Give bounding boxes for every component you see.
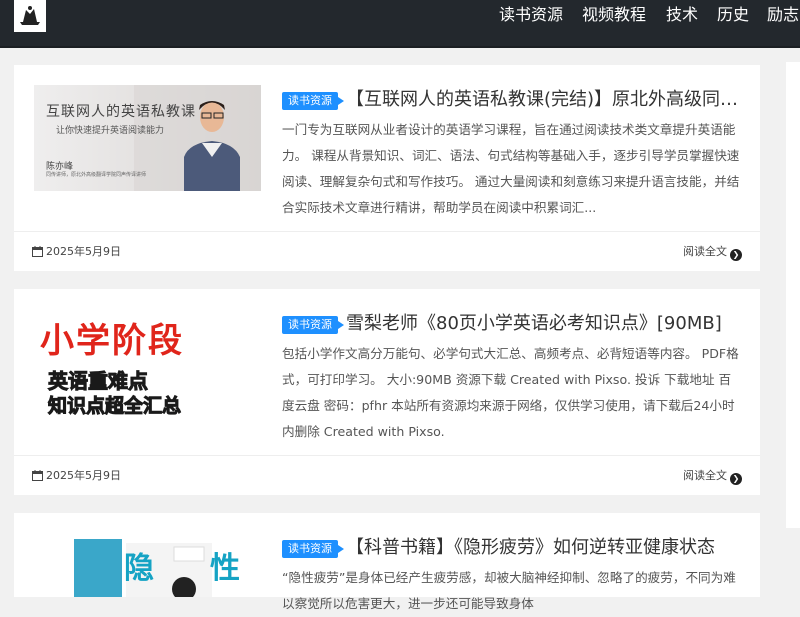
thumbnail-subline-2: 知识点超全汇总 — [47, 395, 182, 416]
nav-item-video-tutorials[interactable]: 视频教程 — [582, 4, 646, 26]
post-title[interactable]: 雪梨老师《80页小学英语必考知识点》[90MB] — [346, 309, 746, 339]
thumbnail-headline: 隐 — [124, 551, 154, 586]
nav-item-history[interactable]: 历史 — [717, 4, 749, 26]
post-card: 互联网人的英语私教课 让你快速提升英语阅读能力 陈亦峰 同传讲师，原北外高级翻译… — [14, 65, 760, 271]
post-date: 2025年5月9日 — [32, 468, 121, 484]
nav-item-reading-resources[interactable]: 读书资源 — [499, 4, 563, 26]
post-meta: 2025年5月9日 阅读全文 ❯ — [14, 231, 760, 272]
thumbnail-subline: 性 — [210, 551, 240, 586]
post-card: 小学阶段 英语重难点 知识点超全汇总 读书资源 雪梨老师《80页小学英语必考知识… — [14, 289, 760, 495]
sidebar-edge — [786, 62, 800, 528]
category-badge[interactable]: 读书资源 — [282, 540, 344, 558]
post-thumbnail[interactable]: 互联网人的英语私教课 让你快速提升英语阅读能力 陈亦峰 同传讲师，原北外高级翻译… — [34, 85, 261, 191]
main-nav: 读书资源 视频教程 技术 历史 励志 — [0, 0, 800, 32]
category-badge[interactable]: 读书资源 — [282, 316, 344, 334]
post-date: 2025年5月9日 — [32, 244, 121, 260]
post-thumbnail[interactable]: 小学阶段 英语重难点 知识点超全汇总 — [34, 309, 261, 415]
nav-item-inspiration[interactable]: 励志 — [767, 4, 799, 26]
read-more-link[interactable]: 阅读全文 ❯ — [683, 244, 742, 261]
post-title[interactable]: 【互联网人的英语私教课(完结)】原北外高级同传讲师陈亦峰 — [346, 85, 746, 115]
post-meta: 2025年5月9日 阅读全文 ❯ — [14, 455, 760, 496]
thumbnail-headline: 小学阶段 — [40, 321, 184, 361]
post-title[interactable]: 【科普书籍】《隐形疲劳》如何逆转亚健康状态 — [346, 533, 746, 563]
read-more-label: 阅读全文 — [683, 245, 727, 258]
arrow-right-icon: ❯ — [730, 249, 742, 261]
post-excerpt: “隐性疲劳”是身体已经产生疲劳感，却被大脑神经抑制、忽略了的疲劳，不同为难以察觉… — [282, 570, 736, 611]
post-date-text: 2025年5月9日 — [46, 469, 121, 482]
thumbnail-desc: 同传讲师，原北外高级翻译学院同声传译讲师 — [46, 172, 147, 178]
category-badge[interactable]: 读书资源 — [282, 92, 344, 110]
thumbnail-subline: 让你快速提升英语阅读能力 — [56, 126, 165, 136]
calendar-icon — [32, 246, 43, 257]
post-card: 隐 性 读书资源 【科普书籍】《隐形疲劳》如何逆转亚健康状态 “隐性疲劳”是身体… — [14, 513, 760, 611]
calendar-icon — [32, 470, 43, 481]
thumbnail-headline: 互联网人的英语私教课 — [46, 104, 196, 120]
nav-item-technology[interactable]: 技术 — [666, 4, 698, 26]
post-excerpt: 一门专为互联网从业者设计的英语学习课程，旨在通过阅读技术类文章提升英语能力。 课… — [282, 122, 740, 215]
read-more-label: 阅读全文 — [683, 469, 727, 482]
post-excerpt: 包括小学作文高分万能句、必学句式大汇总、高频考点、必背短语等内容。 PDF格式，… — [282, 346, 739, 439]
post-thumbnail[interactable]: 隐 性 — [34, 533, 261, 597]
arrow-right-icon: ❯ — [730, 473, 742, 485]
read-more-link[interactable]: 阅读全文 ❯ — [683, 468, 742, 485]
post-date-text: 2025年5月9日 — [46, 245, 121, 258]
top-navigation-bar: 读书资源 视频教程 技术 历史 励志 — [0, 0, 800, 48]
thumbnail-subline: 英语重难点 — [48, 369, 149, 394]
